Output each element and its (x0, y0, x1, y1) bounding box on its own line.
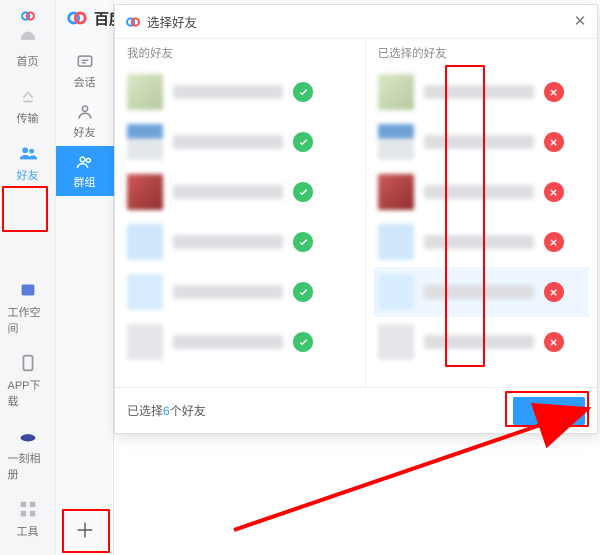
friend-row[interactable] (123, 267, 357, 317)
friend-name (424, 135, 534, 149)
dialog-footer: 已选择6个好友 确定 (115, 387, 597, 433)
avatar (127, 74, 163, 110)
remove-button[interactable] (544, 182, 564, 202)
friend-name (173, 285, 283, 299)
friend-name (173, 335, 283, 349)
nav-home[interactable]: 首页 (8, 28, 48, 69)
outer-sidebar: 首页 传输 好友 工作空间 APP下载 一刻相册 工具 (0, 0, 56, 555)
nav-transfer[interactable]: 传输 (8, 85, 48, 126)
selected-row (374, 317, 589, 367)
friend-name (424, 185, 534, 199)
mid-sidebar: 会话 好友 群组 (56, 0, 114, 555)
tab-friends-label: 好友 (74, 124, 96, 140)
friend-name (424, 285, 534, 299)
nav-album[interactable]: 一刻相册 (8, 425, 48, 482)
selected-row (374, 167, 589, 217)
avatar (127, 324, 163, 360)
avatar (378, 124, 414, 160)
selected-row (374, 267, 589, 317)
tab-friends[interactable]: 好友 (56, 96, 114, 146)
avatar (378, 224, 414, 260)
tab-conversation-label: 会话 (74, 74, 96, 90)
ok-button[interactable]: 确定 (513, 397, 585, 425)
avatar (378, 324, 414, 360)
avatar (378, 174, 414, 210)
friend-row[interactable] (123, 67, 357, 117)
remove-button[interactable] (544, 132, 564, 152)
dialog-title-text: 选择好友 (147, 12, 197, 31)
main-area: 百度网盘 选择好友 ✕ 我的好友 (114, 0, 600, 555)
avatar (127, 174, 163, 210)
nav-friends-label: 好友 (17, 167, 39, 183)
selected-row (374, 117, 589, 167)
friend-name (424, 235, 534, 249)
friend-row[interactable] (123, 117, 357, 167)
friend-row[interactable] (123, 167, 357, 217)
dialog-close-button[interactable]: ✕ (569, 10, 591, 32)
my-friends-column: 我的好友 (115, 39, 366, 387)
checked-icon (293, 232, 313, 252)
avatar (378, 74, 414, 110)
plus-icon (74, 519, 96, 541)
remove-button[interactable] (544, 82, 564, 102)
avatar (127, 124, 163, 160)
checked-icon (293, 282, 313, 302)
nav-home-label: 首页 (17, 53, 39, 69)
selected-friends-list (366, 67, 597, 387)
nav-friends[interactable]: 好友 (8, 142, 48, 183)
friend-row[interactable] (123, 317, 357, 367)
checked-icon (293, 132, 313, 152)
avatar (127, 274, 163, 310)
tab-groups[interactable]: 群组 (56, 146, 114, 196)
friend-name (173, 135, 283, 149)
checked-icon (293, 82, 313, 102)
friend-name (173, 85, 283, 99)
avatar (378, 274, 414, 310)
friend-name (173, 185, 283, 199)
baidu-netdisk-logo (19, 8, 37, 24)
nav-app-download[interactable]: APP下载 (8, 352, 48, 409)
nav-tools[interactable]: 工具 (8, 498, 48, 539)
nav-workspace[interactable]: 工作空间 (8, 279, 48, 336)
selected-friends-header: 已选择的好友 (366, 39, 597, 67)
nav-workspace-label: 工作空间 (8, 304, 48, 336)
close-icon: ✕ (574, 12, 587, 30)
checked-icon (293, 332, 313, 352)
my-friends-header: 我的好友 (115, 39, 365, 67)
select-friends-dialog: 选择好友 ✕ 我的好友 (114, 4, 598, 434)
remove-button[interactable] (544, 332, 564, 352)
tab-conversation[interactable]: 会话 (56, 46, 114, 96)
friend-name (424, 85, 534, 99)
selected-row (374, 217, 589, 267)
tab-groups-label: 群组 (74, 174, 96, 190)
nav-transfer-label: 传输 (17, 110, 39, 126)
selected-friends-column: 已选择的好友 (366, 39, 597, 387)
selected-row (374, 67, 589, 117)
avatar (127, 224, 163, 260)
dialog-titlebar: 选择好友 ✕ (115, 5, 597, 39)
dialog-logo-icon (125, 14, 141, 30)
my-friends-list (115, 67, 365, 387)
nav-album-label: 一刻相册 (8, 450, 48, 482)
friend-name (173, 235, 283, 249)
friend-row[interactable] (123, 217, 357, 267)
checked-icon (293, 182, 313, 202)
friend-name (424, 335, 534, 349)
remove-button[interactable] (544, 282, 564, 302)
selected-count: 已选择6个好友 (127, 402, 206, 419)
remove-button[interactable] (544, 232, 564, 252)
nav-app-download-label: APP下载 (8, 377, 48, 409)
add-button[interactable] (63, 511, 107, 549)
nav-tools-label: 工具 (17, 523, 39, 539)
